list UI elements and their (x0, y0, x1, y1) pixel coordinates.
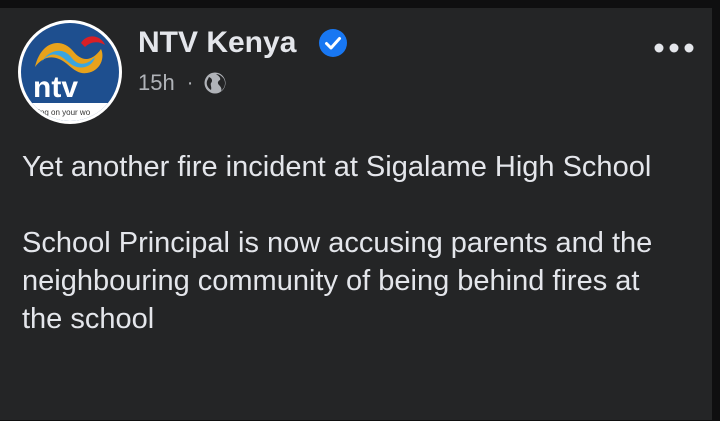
post-card: ntv rning on your wo NTV Kenya 15h · Yet… (0, 8, 712, 420)
page-name-link[interactable]: NTV Kenya (138, 26, 296, 60)
post-text: Yet another fire incident at Sigalame Hi… (22, 148, 682, 338)
svg-text:rning on your wo: rning on your wo (31, 108, 91, 117)
post-timestamp[interactable]: 15h (138, 70, 175, 96)
ntv-logo: ntv rning on your wo (21, 23, 119, 121)
post-meta: 15h · (138, 68, 227, 98)
post-paragraph: School Principal is now accusing parents… (22, 227, 653, 335)
verified-badge-icon (319, 29, 347, 57)
svg-text:ntv: ntv (33, 71, 78, 104)
page-avatar[interactable]: ntv rning on your wo (18, 20, 122, 124)
post-paragraph: Yet another fire incident at Sigalame Hi… (22, 151, 652, 183)
more-options-icon[interactable] (650, 36, 698, 60)
meta-separator: · (186, 71, 194, 94)
globe-icon[interactable] (203, 71, 227, 95)
